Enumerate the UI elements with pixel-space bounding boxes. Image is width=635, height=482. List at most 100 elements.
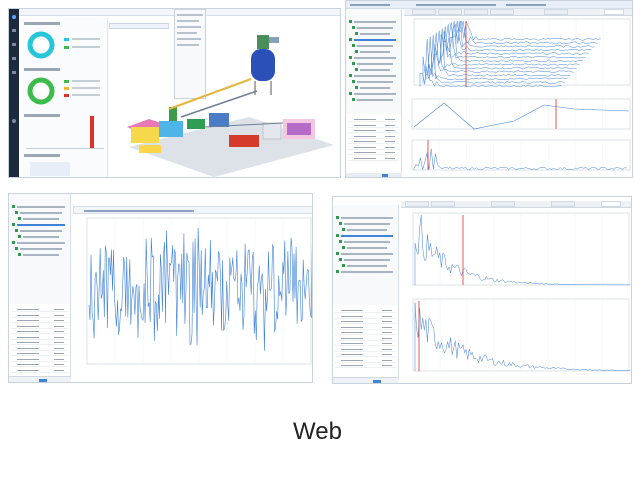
user-icon[interactable] (12, 119, 16, 123)
table-row[interactable] (335, 358, 396, 363)
tab-1[interactable] (405, 201, 429, 207)
cell (17, 353, 39, 354)
cell (54, 358, 64, 360)
alarm-icon[interactable] (12, 57, 16, 60)
table-row[interactable] (11, 362, 68, 367)
tree-item[interactable] (355, 79, 390, 90)
tree-item[interactable] (339, 215, 390, 226)
tab-3[interactable] (464, 9, 488, 15)
table-row[interactable] (348, 128, 399, 133)
tree-item[interactable] (18, 210, 59, 221)
table-row[interactable] (335, 330, 396, 335)
table-row[interactable] (335, 347, 396, 352)
tab-4[interactable] (490, 9, 514, 15)
table-row[interactable] (11, 329, 68, 334)
record-table (346, 114, 402, 177)
tree-item[interactable] (352, 19, 393, 30)
cell (341, 354, 363, 355)
tab-1[interactable] (412, 9, 436, 15)
table-row[interactable] (11, 335, 68, 340)
table-row[interactable] (335, 352, 396, 357)
tree-item[interactable] (352, 37, 393, 48)
table-row[interactable] (11, 324, 68, 329)
tree-item[interactable] (355, 61, 390, 72)
tree-item[interactable] (352, 73, 393, 84)
spectrum-plot-top[interactable] (403, 211, 631, 295)
table-row[interactable] (11, 357, 68, 362)
tree-item[interactable] (342, 257, 387, 268)
tree-item[interactable] (349, 31, 396, 42)
table-row[interactable] (348, 134, 399, 139)
waveform-plot[interactable] (75, 216, 313, 376)
tree-item[interactable] (339, 233, 390, 244)
table-row[interactable] (335, 308, 396, 313)
tree-item[interactable] (15, 240, 62, 251)
tree-item[interactable] (339, 251, 390, 262)
spectrum-plot[interactable] (404, 138, 632, 178)
table-row[interactable] (348, 156, 399, 161)
tree-item[interactable] (12, 216, 65, 227)
bottom-toolbar[interactable] (333, 377, 399, 383)
table-row[interactable] (348, 117, 399, 122)
bottom-toolbar[interactable] (9, 376, 71, 382)
table-row[interactable] (11, 346, 68, 351)
table-row[interactable] (348, 145, 399, 150)
tree-item[interactable] (342, 221, 387, 232)
tree-item[interactable] (352, 55, 393, 66)
tree-item[interactable] (18, 246, 59, 257)
tree-item[interactable] (355, 43, 390, 54)
tab-3[interactable] (491, 201, 515, 207)
waterfall-plot[interactable] (404, 17, 632, 95)
tree-item[interactable] (12, 198, 65, 209)
tree-item[interactable] (349, 49, 396, 60)
table-row[interactable] (335, 314, 396, 319)
cell (354, 152, 376, 153)
table-row[interactable] (335, 336, 396, 341)
settings-icon[interactable] (12, 71, 16, 74)
table-row[interactable] (335, 363, 396, 368)
spectrum-trace (425, 34, 568, 81)
table-row[interactable] (11, 351, 68, 356)
tree-item[interactable] (336, 209, 393, 220)
tab-2[interactable] (431, 201, 455, 207)
3d-plant-model[interactable] (109, 27, 339, 177)
table-row[interactable] (348, 150, 399, 155)
table-row[interactable] (335, 325, 396, 330)
table-row[interactable] (11, 307, 68, 312)
table-row[interactable] (11, 318, 68, 323)
table-row[interactable] (11, 368, 68, 373)
cell (54, 347, 64, 349)
tree-item[interactable] (336, 263, 393, 274)
cell (382, 315, 392, 317)
spectrum-plot-bottom[interactable] (403, 297, 631, 381)
tree-item[interactable] (336, 227, 393, 238)
tree-item[interactable] (352, 91, 393, 102)
tab-6[interactable] (604, 9, 624, 15)
tree-item[interactable] (18, 228, 59, 239)
home-icon[interactable] (12, 15, 16, 19)
tree-item[interactable] (336, 245, 393, 256)
spectrum-trace (458, 20, 601, 41)
tab-4[interactable] (551, 201, 575, 207)
table-row[interactable] (11, 313, 68, 318)
table-row[interactable] (11, 340, 68, 345)
trend-plot[interactable] (404, 97, 632, 137)
chart-icon[interactable] (12, 29, 16, 32)
table-row[interactable] (335, 341, 396, 346)
tab-2[interactable] (438, 9, 462, 15)
tree-item[interactable] (355, 25, 390, 36)
tree-item[interactable] (349, 13, 396, 24)
tree-item[interactable] (342, 239, 387, 250)
tree-item[interactable] (349, 85, 396, 96)
table-row[interactable] (348, 139, 399, 144)
tab-5[interactable] (601, 201, 621, 207)
left-scroll-bar[interactable] (346, 173, 402, 177)
table-row[interactable] (335, 319, 396, 324)
tab-5[interactable] (544, 9, 568, 15)
device-icon[interactable] (12, 43, 16, 46)
table-row[interactable] (348, 123, 399, 128)
tree-item[interactable] (12, 234, 65, 245)
tree-item[interactable] (349, 67, 396, 78)
tree-item[interactable] (15, 204, 62, 215)
tree-item[interactable] (15, 222, 62, 233)
